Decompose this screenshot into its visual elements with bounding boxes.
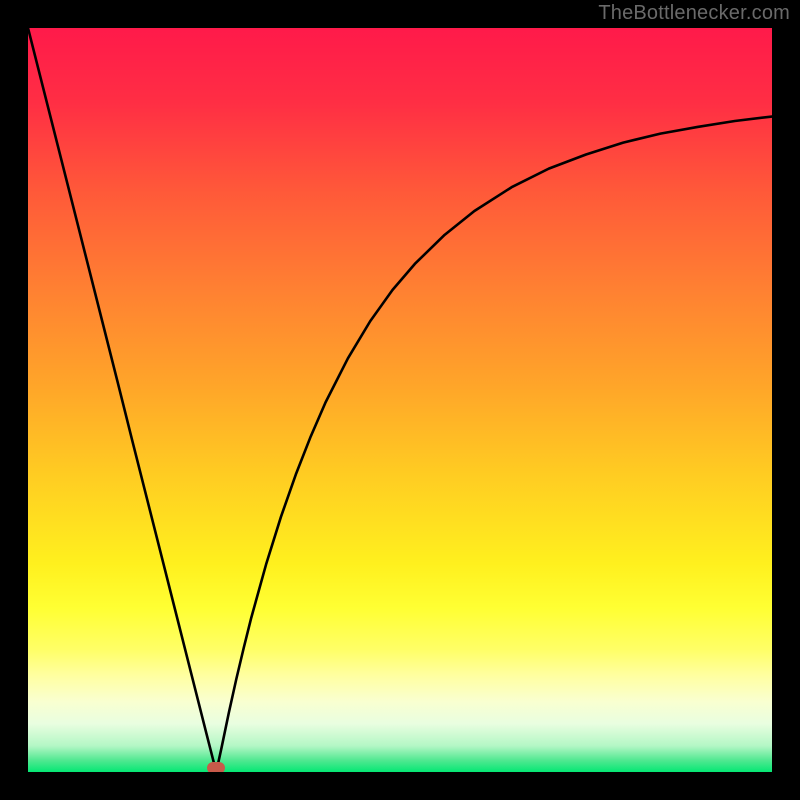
gradient-background xyxy=(28,28,772,772)
optimum-marker xyxy=(207,762,225,772)
plot-svg xyxy=(28,28,772,772)
chart-frame: TheBottlenecker.com xyxy=(0,0,800,800)
plot-area xyxy=(28,28,772,772)
watermark-text: TheBottlenecker.com xyxy=(598,2,790,25)
